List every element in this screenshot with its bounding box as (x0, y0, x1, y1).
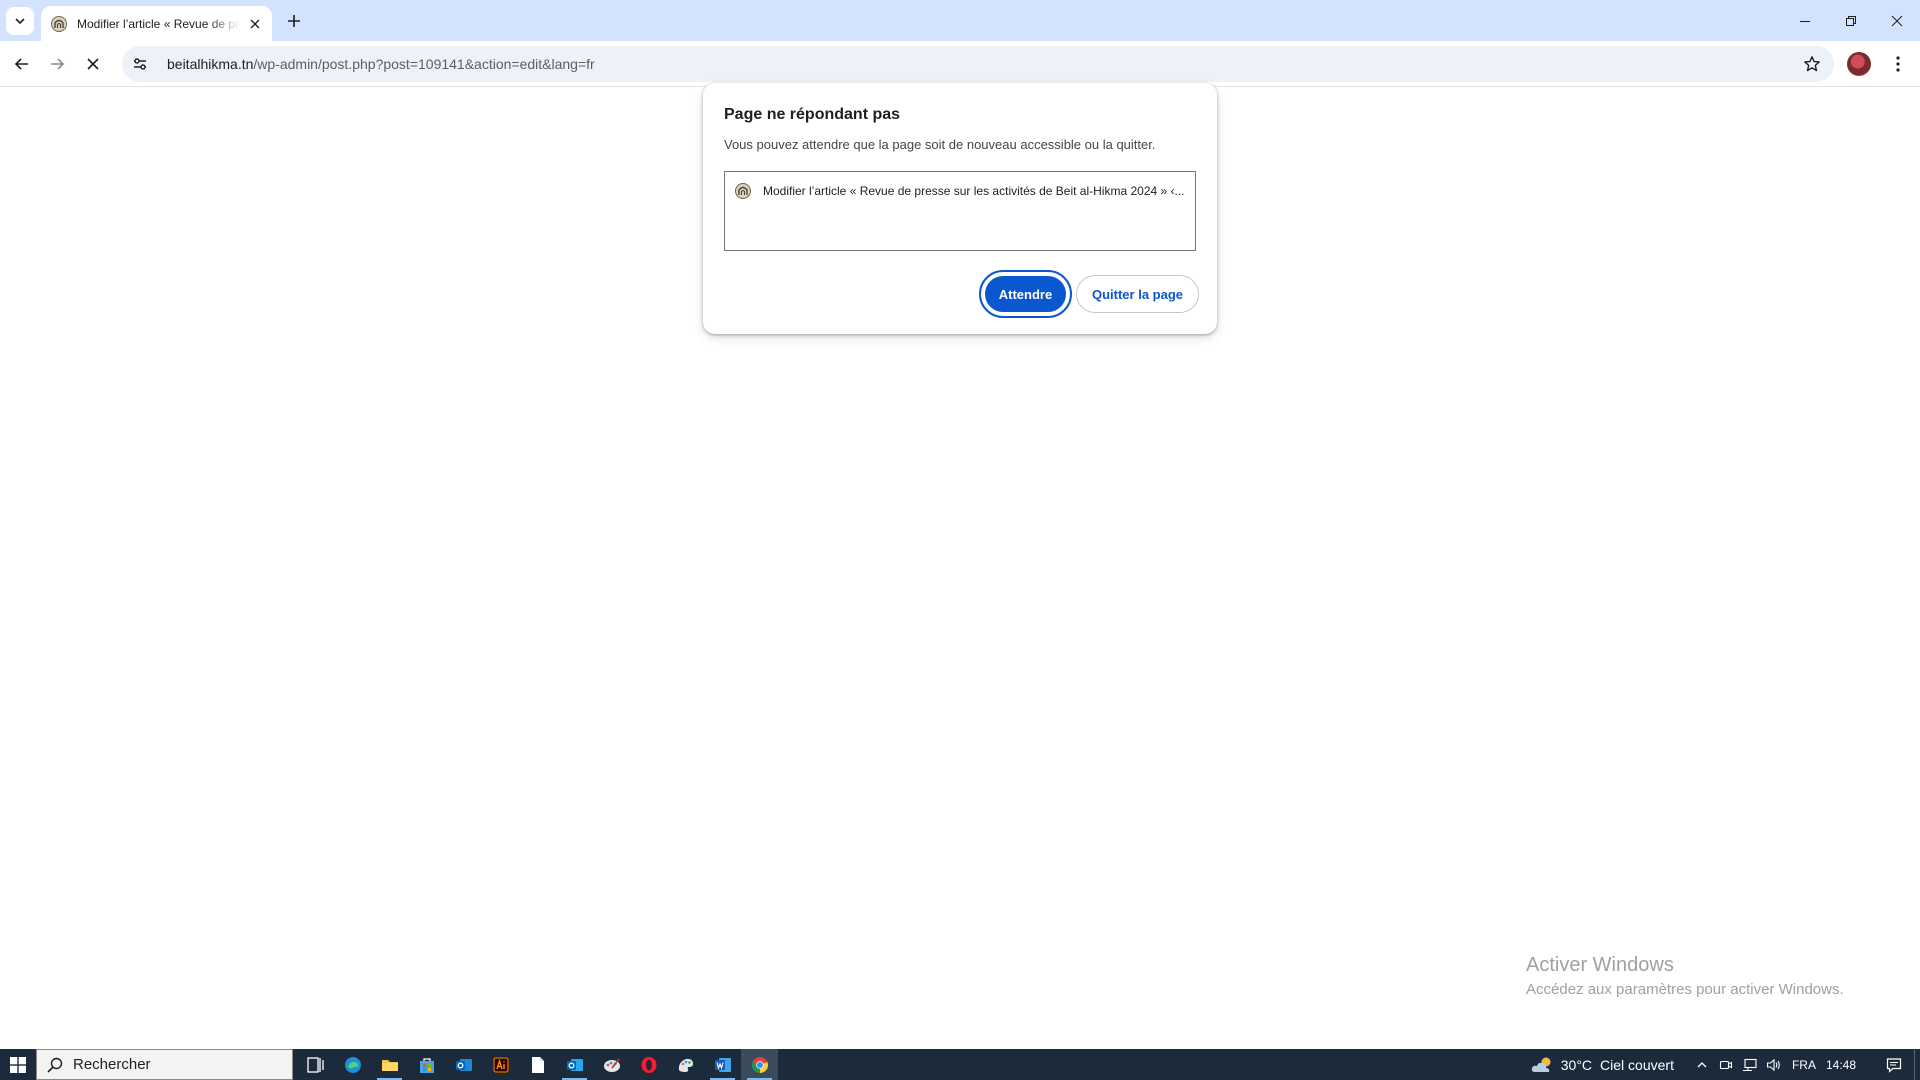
document-icon (531, 1056, 544, 1073)
word-icon (714, 1057, 731, 1072)
arrow-right-icon (51, 58, 65, 70)
forward-button[interactable] (41, 48, 73, 80)
pinned-apps (297, 1049, 778, 1080)
opera-icon (641, 1056, 656, 1073)
arrow-left-icon (14, 58, 28, 70)
new-tab-button[interactable] (281, 8, 307, 34)
restore-icon (1846, 15, 1856, 26)
watermark-subtitle: Accédez aux paramètres pour activer Wind… (1526, 981, 1844, 998)
chrome-app[interactable] (741, 1049, 778, 1080)
site-info-button[interactable] (125, 49, 155, 79)
page-unresponsive-dialog: Page ne répondant pas Vous pouvez attend… (703, 83, 1217, 334)
address-bar[interactable]: beitalhikma.tn/wp-admin/post.php?post=10… (122, 46, 1834, 82)
store-app[interactable] (408, 1049, 445, 1080)
cloud-sun-icon (1531, 1057, 1551, 1072)
star-icon (1804, 56, 1820, 72)
restore-button[interactable] (1828, 0, 1874, 41)
outlook-icon (566, 1058, 583, 1071)
profile-avatar[interactable] (1847, 52, 1871, 76)
dialog-title: Page ne répondant pas (724, 106, 901, 123)
remote-app[interactable] (593, 1049, 630, 1080)
back-button[interactable] (6, 48, 38, 80)
outlook-app[interactable] (445, 1049, 482, 1080)
illustrator-app[interactable] (482, 1049, 519, 1080)
show-desktop-button[interactable] (1914, 1049, 1920, 1080)
notepad-app[interactable] (519, 1049, 556, 1080)
wait-button[interactable]: Attendre (979, 270, 1072, 318)
outlook-icon (455, 1058, 472, 1071)
tab-close-button[interactable] (246, 15, 264, 33)
tab-search-button[interactable] (6, 7, 34, 35)
url-text: beitalhikma.tn/wp-admin/post.php?post=10… (167, 56, 595, 72)
quit-page-button[interactable]: Quitter la page (1076, 275, 1199, 313)
input-language[interactable]: FRA (1792, 1058, 1816, 1072)
site-favicon-icon (735, 183, 751, 199)
store-icon (419, 1057, 434, 1073)
close-icon (1891, 15, 1903, 26)
browser-toolbar: beitalhikma.tn/wp-admin/post.php?post=10… (0, 41, 1920, 87)
system-tray: 30°C Ciel couvert FRA 14:48 (1531, 1049, 1920, 1080)
unresponsive-pages-list[interactable]: Modifier l’article « Revue de presse sur… (724, 171, 1196, 251)
weather-description: Ciel couvert (1600, 1056, 1674, 1073)
browser-menu-button[interactable] (1884, 50, 1912, 78)
active-tab[interactable]: Modifier l’article « Revue de presse sur… (41, 6, 272, 41)
stop-loading-button[interactable] (77, 48, 109, 80)
plus-icon (288, 15, 300, 27)
tune-icon (134, 58, 146, 70)
window-controls (1782, 0, 1920, 41)
close-window-button[interactable] (1874, 0, 1920, 41)
hidden-icons-button[interactable] (1690, 1049, 1714, 1080)
page-label: Modifier l’article « Revue de presse sur… (763, 184, 1185, 198)
folder-icon (381, 1059, 398, 1071)
tab-title: Modifier l’article « Revue de presse sur… (77, 16, 240, 31)
start-button[interactable] (0, 1049, 36, 1080)
list-item[interactable]: Modifier l’article « Revue de presse sur… (735, 182, 1185, 200)
watermark-title: Activer Windows (1526, 954, 1674, 976)
palette-icon (678, 1058, 693, 1072)
edge-app[interactable] (334, 1049, 371, 1080)
message-icon (1886, 1057, 1902, 1073)
illustrator-icon (492, 1056, 509, 1073)
file-explorer-app[interactable] (371, 1049, 408, 1080)
more-vert-icon (1896, 56, 1900, 72)
dialog-message: Vous pouvez attendre que la page soit de… (724, 137, 1156, 152)
minimize-icon (1800, 20, 1810, 22)
paint-app[interactable] (667, 1049, 704, 1080)
edge-icon (344, 1056, 361, 1073)
windows-logo-icon (10, 1056, 26, 1073)
task-view-button[interactable] (297, 1049, 334, 1080)
weather-widget[interactable]: 30°C Ciel couvert (1531, 1056, 1674, 1074)
meet-now-button[interactable] (1714, 1049, 1738, 1080)
site-favicon-icon (51, 15, 67, 32)
chevron-down-icon (15, 18, 25, 25)
network-button[interactable] (1738, 1049, 1762, 1080)
activate-windows-watermark: Activer Windows Accédez aux paramètres p… (1526, 954, 1844, 998)
close-icon (250, 19, 260, 28)
url-path: /wp-admin/post.php?post=109141&action=ed… (253, 56, 595, 72)
speaker-icon (1766, 1058, 1780, 1071)
volume-button[interactable] (1762, 1049, 1786, 1080)
bookmark-button[interactable] (1800, 52, 1824, 76)
taskbar-search-box[interactable]: Rechercher (36, 1049, 293, 1080)
close-icon (87, 58, 99, 70)
paint-icon (603, 1057, 620, 1072)
notifications-button[interactable] (1874, 1049, 1914, 1080)
tab-strip: Modifier l’article « Revue de presse sur… (0, 0, 1920, 41)
camera-icon (1719, 1060, 1733, 1069)
clock[interactable]: 14:48 (1826, 1058, 1856, 1072)
url-host: beitalhikma.tn (167, 56, 254, 72)
outlook-classic-app[interactable] (556, 1049, 593, 1080)
task-view-icon (306, 1056, 324, 1073)
chrome-icon (751, 1056, 768, 1073)
weather-temperature: 30°C (1560, 1056, 1593, 1073)
search-placeholder: Rechercher (73, 1056, 151, 1073)
word-app[interactable] (704, 1049, 741, 1080)
minimize-button[interactable] (1782, 0, 1828, 41)
network-icon (1742, 1058, 1757, 1071)
chevron-up-icon (1697, 1061, 1707, 1067)
opera-app[interactable] (630, 1049, 667, 1080)
taskbar: Rechercher 30°C Ciel couvert FRA 14:48 (0, 1049, 1920, 1080)
search-icon (47, 1057, 63, 1073)
